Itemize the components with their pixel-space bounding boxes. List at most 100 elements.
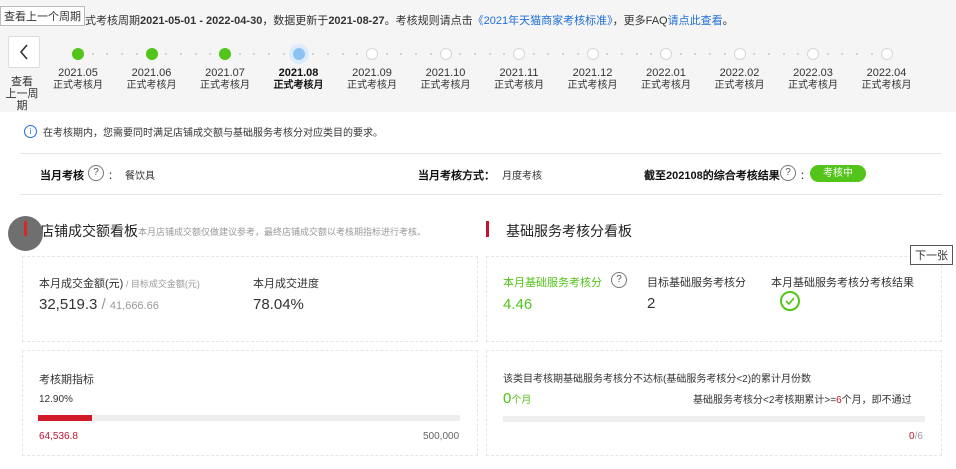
month-label: 2021.08 [278,67,319,79]
month-status-dot [880,48,893,60]
fail-ratio: 0/6 [909,431,923,442]
score-result-label: 本月基础服务考核分考核结果 [771,277,914,289]
month-label: 2021.05 [58,67,98,79]
target-score-label: 目标基础服务考核分 [647,277,746,289]
kpi1-label-sep: / [123,279,131,289]
period-info-mid2: 。考核规则请点击 [384,15,473,27]
month-label: 2021.10 [425,67,466,79]
fail-months-label: 该类目考核期基础服务考核分不达标(基础服务考核分<2)的累计月份数 [503,374,812,385]
period-info-end: 。 [722,15,734,27]
sales-board-desc: 本月店铺成交额仅做建议参考，最终店铺成交额以考核期指标进行考核。 [138,227,427,237]
fail-ratio-total: /6 [914,431,923,442]
month-status-dot [586,48,599,60]
timeline-separator-dot [532,53,535,55]
month-assess-label: 当月考核 [40,170,84,182]
period-percent: 12.90% [39,394,73,405]
month-status-dot [292,48,305,60]
monthly-sales-value: 32,519.3 [39,296,98,313]
method-label: 当月考核方式： [418,170,495,182]
period-info-mid: ，数据更新于 [262,15,329,27]
service-board-title: 基础服务考核分看板 [506,223,632,239]
month-sub-label: 正式考核月 [347,80,397,91]
kpi1-label-target: 目标成交金额(元) [130,279,200,289]
timeline-separator-dot [238,53,241,55]
timeline-separator-dot [179,53,182,55]
category-value: 餐饮具 [125,171,155,182]
month-sub-label: 正式考核月 [788,80,838,91]
month-label: 2022.03 [793,67,833,79]
kpi1-label: 本月成交金额(元) / 目标成交金额(元) [39,275,200,291]
month-label: 2022.01 [646,67,686,79]
kpi1-label-main: 本月成交金额(元) [39,278,124,290]
fail-count-unit: 个月 [511,395,532,406]
month-sub-label: 正式考核月 [714,80,765,91]
prev-period-button[interactable] [8,36,40,68]
rule-text: 基础服务考核分<2考核期累计>=6个月，即不通过 [693,391,912,406]
help-icon[interactable]: ? [88,165,104,181]
period-progress-fill [38,415,93,421]
timeline-separator-dot [679,53,682,55]
kpi2-label: 本月成交进度 [253,278,319,290]
month-sub-label: 正式考核月 [200,80,250,91]
month-2022-04[interactable]: 2022.04 正式考核月 [847,48,927,92]
month-status-dot [72,48,84,60]
notice-text: 在考核期内，您需要同时满足店铺成交额与基础服务考核分对应类目的要求。 [43,128,383,139]
info-icon: i [24,125,37,138]
month-sub-label: 正式考核月 [641,80,691,91]
help-icon[interactable]: ? [611,272,627,288]
period-metric-card: 考核期指标 12.90% 64,536.8 500,000 [22,350,478,456]
score-value: 4.46 [503,296,533,313]
monthly-sales-card: 本月成交金额(元) / 目标成交金额(元) 32,519.3 / 41,666.… [22,256,478,342]
timeline-separator-dot [91,53,94,55]
kpi1-value: 32,519.3 / 41,666.66 [39,296,159,313]
faq-link[interactable]: 请点此查看 [668,15,723,27]
month-status-dot [145,48,158,60]
kpi2-value: 78.04% [253,296,304,313]
month-status-dot [219,48,231,60]
period-target-value: 500,000 [423,431,460,442]
month-label: 2021.12 [572,67,613,79]
rule-text-b: 个月，即不通过 [841,395,912,406]
period-progress-bar [38,415,460,421]
timeline-separator-dot [326,53,329,55]
timeline-separator-dot [620,53,623,55]
service-score-card: 本月基础服务考核分 ? 4.46 目标基础服务考核分 2 本月基础服务考核分考核… [486,256,942,342]
month-sub-label: 正式考核月 [53,80,103,91]
month-label: 2021.09 [352,67,392,79]
month-status-dot [807,48,819,60]
rules-link[interactable]: 《2021年天猫商家考核标准》 [473,15,613,27]
next-slide-tooltip: 下一张 [910,245,953,265]
month-status-dot [513,48,525,60]
timeline-separator-dot [767,53,770,55]
chevron-left-icon [19,44,28,60]
fail-count: 0个月 [503,390,531,407]
target-score-value: 2 [647,295,656,312]
month-sub-label: 正式考核月 [567,80,618,91]
prev-period-label-line2: 上一周期 [5,88,39,112]
score-label: 本月基础服务考核分 [503,277,602,289]
help-icon[interactable]: ? [780,165,796,181]
timeline-separator-dot [473,53,476,55]
prev-period-label[interactable]: 查看 上一周期 [2,76,42,112]
month-label: 2021.11 [499,67,539,79]
period-metric-label: 考核期指标 [39,374,94,386]
check-circle-icon [780,291,800,311]
prev-slide-button[interactable] [8,216,43,251]
fail-progress-bar [503,416,925,422]
period-info: 正式考核周期2021-05-01 - 2022-04-30，数据更新于2021-… [74,12,734,28]
timeline-separator-dot [385,53,388,55]
section-marker [486,221,489,237]
kpi1-sep: / [97,296,110,313]
period-info-mid3: ，更多FAQ [612,15,668,27]
prev-period-tooltip: 查看上一个周期 [0,6,85,26]
result-label: 截至202108的综合考核结果 [644,170,780,182]
month-label: 2022.04 [866,67,907,79]
rule-text-a: 基础服务考核分<2考核期累计>= [693,395,837,406]
month-status-dot [660,48,672,60]
notice: i 在考核期内，您需要同时满足店铺成交额与基础服务考核分对应类目的要求。 [24,124,383,139]
period-current-value: 64,536.8 [39,431,78,442]
month-sub-label: 正式考核月 [494,80,544,91]
update-date: 2021-08-27 [328,15,385,27]
month-status-dot [366,48,378,60]
monthly-sales-target: 41,666.66 [109,300,159,312]
